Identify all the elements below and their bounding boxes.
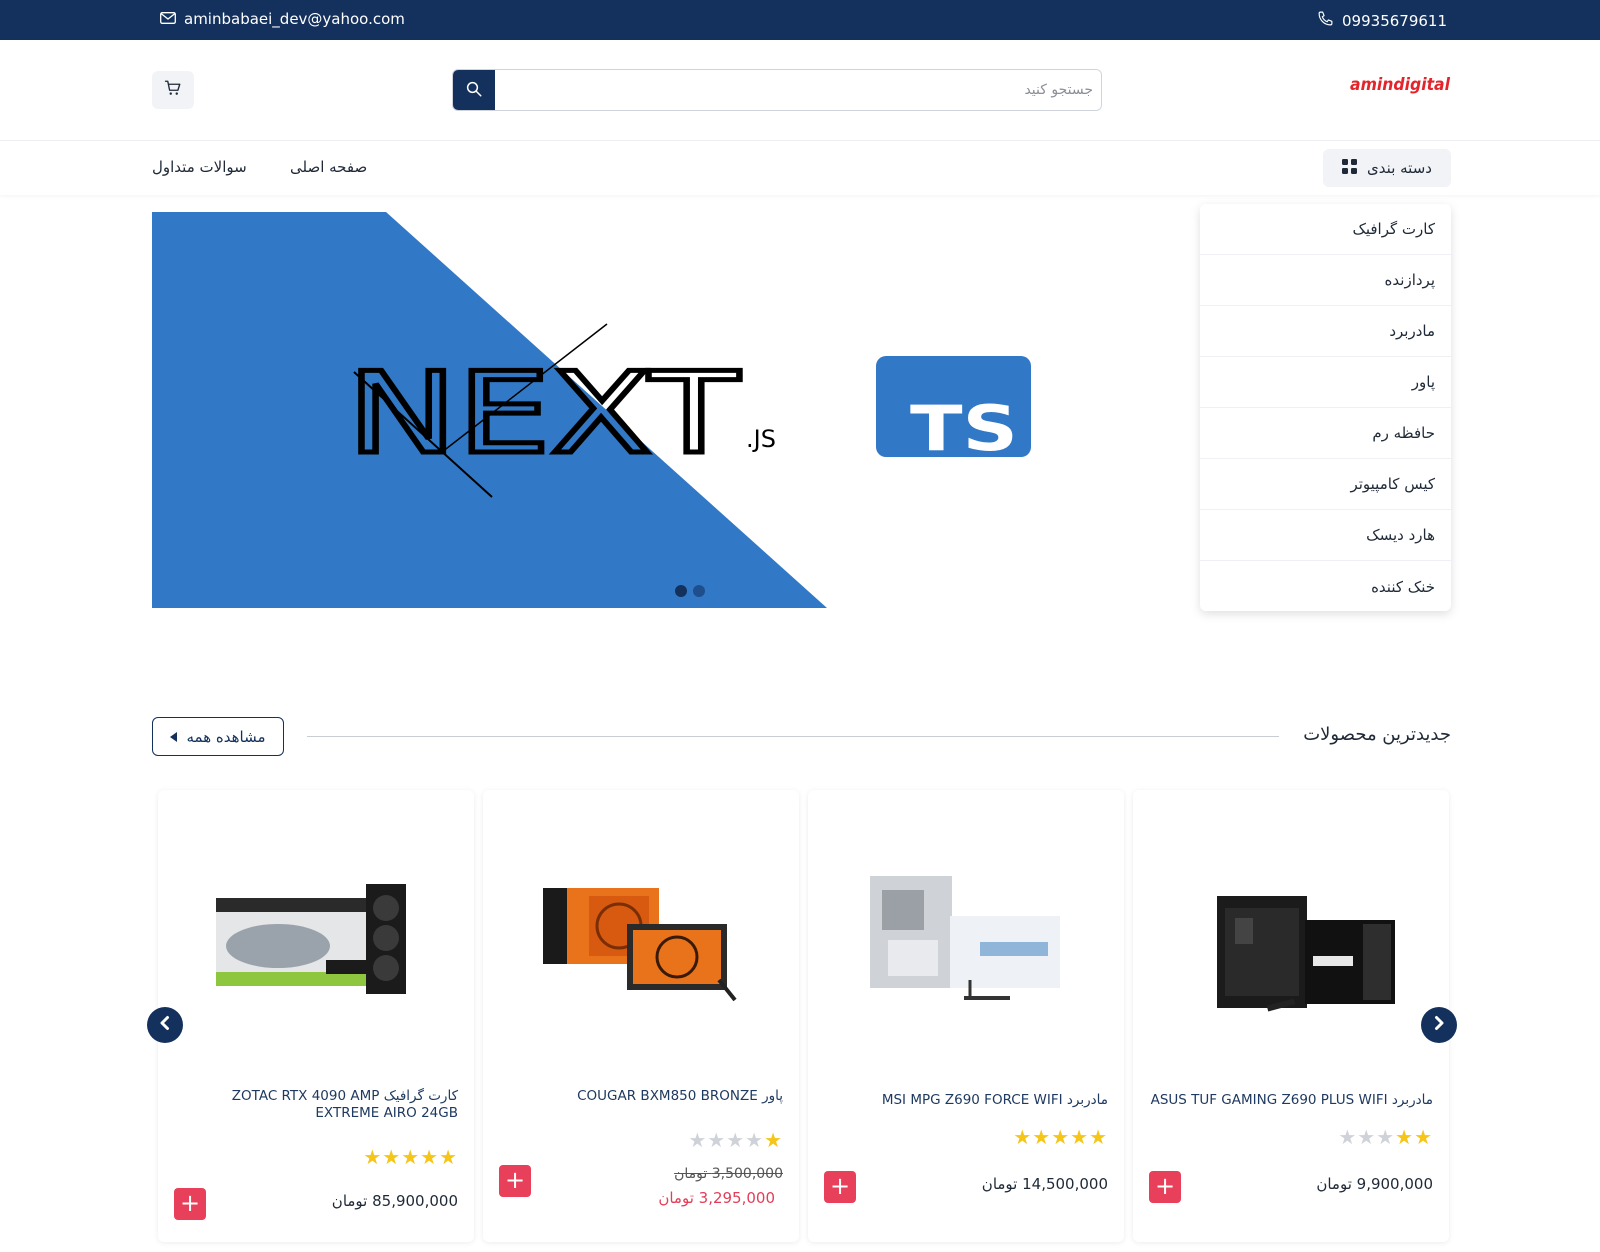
product-rating: ★★★★★ [1013, 1125, 1108, 1149]
product-title[interactable]: پاور COUGAR BXM850 BRONZE [499, 1088, 783, 1105]
star-filled-icon: ★ [401, 1145, 421, 1169]
product-carousel: مادربرد ASUS TUF GAMING Z690 PLUS WIFI ★… [0, 790, 1600, 1252]
star-filled-icon: ★ [1089, 1125, 1108, 1149]
category-menu: کارت گرافیک پردازنده مادربرد پاور حافظه … [1200, 204, 1451, 611]
chevron-right-icon [1431, 1015, 1447, 1035]
category-item[interactable]: مادربرد [1200, 306, 1451, 357]
product-title[interactable]: مادربرد MSI MPG Z690 FORCE WIFI [824, 1092, 1108, 1109]
product-image[interactable] [1173, 860, 1409, 1020]
site-logo[interactable]: amindigital [1350, 72, 1451, 96]
nav-link-faq[interactable]: سوالات متداول [152, 158, 247, 176]
category-item[interactable]: کیس کامپیوتر [1200, 459, 1451, 510]
product-title[interactable]: مادربرد ASUS TUF GAMING Z690 PLUS WIFI [1149, 1092, 1433, 1109]
phone-icon [1317, 10, 1334, 31]
nextjs-suffix: .JS [746, 425, 776, 453]
product-price: 85,900,000 تومان [331, 1192, 458, 1210]
view-all-button[interactable]: مشاهده همه [152, 717, 284, 756]
nextjs-wordmark: NEXT [347, 349, 740, 479]
carousel-prev-button[interactable] [147, 1007, 183, 1043]
product-image[interactable] [198, 860, 434, 1020]
product-rating: ★★★★★ [363, 1145, 458, 1169]
star-filled-icon: ★ [1070, 1125, 1090, 1149]
product-old-price: 3,500,000 تومان [674, 1166, 783, 1182]
star-filled-icon: ★ [1051, 1125, 1071, 1149]
email-text: aminbabaei_dev@yahoo.com [184, 10, 405, 28]
category-item[interactable]: کارت گرافیک [1200, 204, 1451, 255]
star-filled-icon: ★ [363, 1145, 383, 1169]
hero-slider[interactable]: NEXT .JS TS [152, 212, 1184, 608]
section-title: جدیدترین محصولات [1303, 724, 1451, 745]
add-to-cart-button[interactable]: + [1149, 1171, 1181, 1203]
product-image[interactable] [848, 860, 1084, 1020]
product-card[interactable]: کارت گرافیک ZOTAC RTX 4090 AMP EXTREME A… [158, 790, 474, 1242]
star-empty-icon: ★ [1357, 1125, 1377, 1149]
star-empty-icon: ★ [1376, 1125, 1396, 1149]
category-label: دسته بندی [1367, 159, 1432, 177]
carousel-next-button[interactable] [1421, 1007, 1457, 1043]
slider-dot-1[interactable] [675, 585, 687, 597]
star-filled-icon: ★ [1414, 1125, 1433, 1149]
star-filled-icon: ★ [382, 1145, 402, 1169]
cart-button[interactable] [152, 71, 194, 109]
star-empty-icon: ★ [726, 1128, 746, 1152]
nav-link-home[interactable]: صفحه اصلی [290, 158, 367, 176]
product-price: 9,900,000 تومان [1316, 1175, 1433, 1193]
slider-dots [675, 585, 705, 597]
phone-text: 09935679611 [1342, 11, 1447, 30]
main-nav: دسته بندی صفحه اصلی سوالات متداول [0, 141, 1600, 195]
product-card[interactable]: مادربرد ASUS TUF GAMING Z690 PLUS WIFI ★… [1133, 790, 1449, 1242]
top-bar: aminbabaei_dev@yahoo.com 09935679611 [0, 0, 1600, 40]
star-filled-icon: ★ [1395, 1125, 1415, 1149]
product-price: 3,295,000 تومان [658, 1189, 775, 1207]
product-card[interactable]: پاور COUGAR BXM850 BRONZE ★★★★★ 3,500,00… [483, 790, 799, 1242]
search-icon [465, 80, 483, 102]
grid-icon [1342, 158, 1358, 178]
add-to-cart-button[interactable]: + [499, 1165, 531, 1197]
slider-dot-2[interactable] [693, 585, 705, 597]
category-item[interactable]: هارد دیسک [1200, 510, 1451, 561]
add-to-cart-button[interactable]: + [174, 1188, 206, 1220]
star-empty-icon: ★ [707, 1128, 727, 1152]
product-image[interactable] [523, 860, 759, 1020]
search-bar [452, 69, 1102, 111]
star-filled-icon: ★ [420, 1145, 440, 1169]
contact-email[interactable]: aminbabaei_dev@yahoo.com [160, 10, 405, 28]
star-empty-icon: ★ [745, 1128, 765, 1152]
category-item[interactable]: پاور [1200, 357, 1451, 408]
add-to-cart-button[interactable]: + [824, 1171, 856, 1203]
ts-badge-text: TS [910, 392, 1018, 465]
svg-text:amindigital: amindigital [1350, 75, 1451, 95]
star-filled-icon: ★ [1013, 1125, 1033, 1149]
star-filled-icon: ★ [764, 1128, 783, 1152]
view-all-label: مشاهده همه [186, 727, 266, 746]
star-filled-icon: ★ [439, 1145, 458, 1169]
product-card[interactable]: مادربرد MSI MPG Z690 FORCE WIFI ★★★★★ 14… [808, 790, 1124, 1242]
chevron-left-icon [157, 1015, 173, 1035]
category-item[interactable]: خنک کننده [1200, 561, 1451, 612]
slide-banner: NEXT .JS TS [152, 212, 1031, 608]
star-empty-icon: ★ [688, 1128, 708, 1152]
product-rating: ★★★★★ [688, 1128, 783, 1152]
cart-icon [164, 79, 182, 101]
section-divider [307, 736, 1279, 737]
star-filled-icon: ★ [1032, 1125, 1052, 1149]
category-item[interactable]: پردازنده [1200, 255, 1451, 306]
star-empty-icon: ★ [1338, 1125, 1358, 1149]
category-item[interactable]: حافظه رم [1200, 408, 1451, 459]
contact-phone[interactable]: 09935679611 [1317, 10, 1447, 31]
category-button[interactable]: دسته بندی [1323, 149, 1451, 187]
caret-left-icon [170, 728, 178, 746]
envelope-icon [160, 10, 176, 28]
search-button[interactable] [453, 70, 495, 110]
product-price: 14,500,000 تومان [981, 1175, 1108, 1193]
product-rating: ★★★★★ [1338, 1125, 1433, 1149]
search-input[interactable] [495, 70, 1101, 110]
product-title[interactable]: کارت گرافیک ZOTAC RTX 4090 AMP EXTREME A… [174, 1088, 458, 1122]
